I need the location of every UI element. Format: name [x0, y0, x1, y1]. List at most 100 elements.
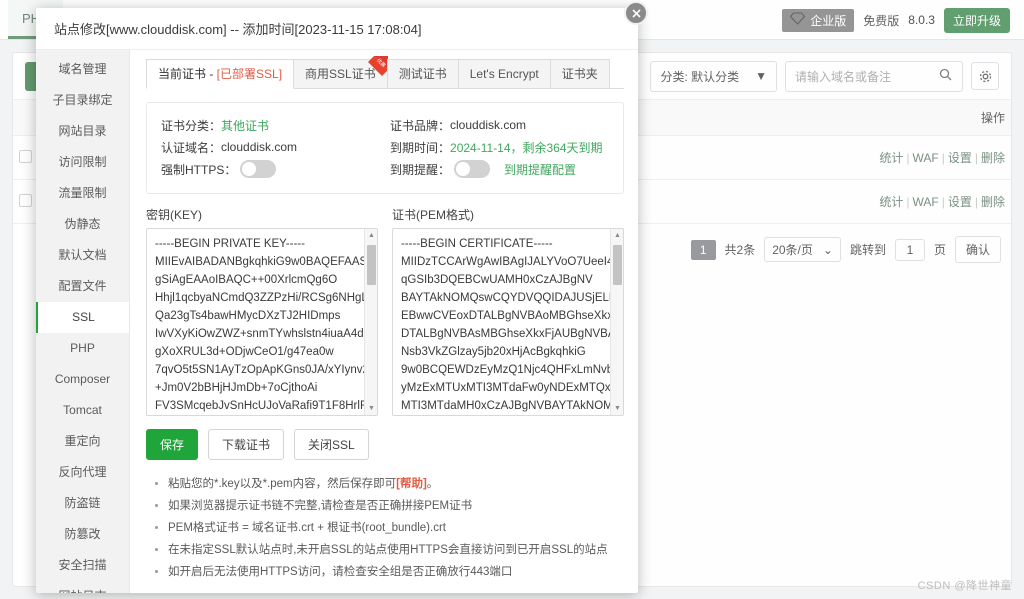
- expire-notice-row: 到期提醒： 到期提醒配置: [390, 158, 609, 180]
- diamond-icon: [790, 12, 806, 28]
- action-stats[interactable]: 统计: [879, 195, 903, 209]
- download-certificate-button[interactable]: 下载证书: [208, 429, 285, 460]
- page-size-select[interactable]: 20条/页 ⌄: [764, 237, 841, 262]
- action-delete[interactable]: 删除: [981, 195, 1005, 209]
- force-https-row: 强制HTTPS：: [161, 158, 380, 180]
- sidebar-item-config-file[interactable]: 配置文件: [36, 271, 129, 302]
- action-sep: |: [941, 195, 945, 209]
- sidebar-item-anti-leech[interactable]: 防盗链: [36, 488, 129, 519]
- jump-page-input[interactable]: 1: [894, 238, 925, 261]
- key-scrollbar[interactable]: ▲ ▼: [364, 229, 377, 415]
- certificate-info-right: 证书品牌： clouddisk.com 到期时间： 2024-11-14，剩余3…: [380, 114, 609, 180]
- sidebar-item-php[interactable]: PHP: [36, 333, 129, 364]
- free-version-label: 免费版: [863, 13, 900, 28]
- action-waf[interactable]: WAF: [913, 151, 939, 165]
- confirm-button[interactable]: 确认: [954, 236, 1001, 263]
- cert-textarea[interactable]: -----BEGIN CERTIFICATE----- MIIDzTCCArWg…: [392, 228, 624, 416]
- action-stats[interactable]: 统计: [879, 151, 903, 165]
- expire-notice-config-link[interactable]: 到期提醒配置: [504, 161, 576, 178]
- tab-current-certificate[interactable]: 当前证书 - [已部署SSL]: [146, 59, 295, 89]
- jump-label: 跳转到: [849, 243, 886, 257]
- action-delete[interactable]: 删除: [981, 151, 1005, 165]
- search-placeholder: 请输入域名或备注: [795, 69, 892, 84]
- cert-brand-value: clouddisk.com: [450, 118, 527, 132]
- key-label: 密钥(KEY): [146, 208, 203, 222]
- page-number-current[interactable]: 1: [690, 239, 716, 260]
- cert-domain-value: clouddisk.com: [221, 140, 298, 154]
- key-textarea[interactable]: -----BEGIN PRIVATE KEY----- MIIEvAIBADAN…: [146, 228, 378, 416]
- tab-deployed-status: [已部署SSL]: [216, 67, 283, 81]
- certificate-textareas: 密钥(KEY) -----BEGIN PRIVATE KEY----- MIIE…: [146, 206, 624, 416]
- scroll-down-icon[interactable]: ▼: [365, 402, 377, 415]
- scroll-down-icon[interactable]: ▼: [611, 402, 623, 415]
- action-buttons: 保存 下载证书 关闭SSL: [146, 429, 624, 460]
- action-sep: |: [974, 151, 978, 165]
- cert-type-value[interactable]: 其他证书: [221, 117, 269, 134]
- row-actions: 统计 | WAF | 设置 | 删除: [677, 135, 1011, 180]
- cert-type-label: 证书分类：: [161, 118, 222, 133]
- force-https-toggle[interactable]: [240, 160, 277, 178]
- sidebar-item-composer[interactable]: Composer: [36, 364, 129, 395]
- save-button[interactable]: 保存: [146, 429, 199, 460]
- sidebar-item-traffic-limit[interactable]: 流量限制: [36, 178, 129, 209]
- pagination-total: 共2条: [724, 243, 756, 257]
- tab-lets-encrypt[interactable]: Let's Encrypt: [457, 59, 551, 88]
- search-icon[interactable]: [939, 68, 952, 84]
- note-item: 如果浏览器提示证书链不完整,请检查是否正确拼接PEM证书: [168, 495, 624, 517]
- sidebar-item-ssl[interactable]: SSL: [36, 302, 129, 333]
- sidebar-item-reverse-proxy[interactable]: 反向代理: [36, 457, 129, 488]
- watermark: CSDN @降世神童: [917, 580, 1012, 592]
- background-topbar-right: 企业版 免费版 8.0.3 立即升级: [782, 0, 1010, 40]
- ssl-tabs: 当前证书 - [已部署SSL] 商用SSL证书 优惠 测试证书 Let's En…: [146, 56, 624, 89]
- sidebar-item-default-document[interactable]: 默认文档: [36, 240, 129, 271]
- certificate-info-left: 证书分类： 其他证书 认证域名： clouddisk.com 强制HTTPS：: [161, 114, 380, 180]
- sidebar-item-access-restriction[interactable]: 访问限制: [36, 147, 129, 178]
- sidebar-item-rewrite[interactable]: 伪静态: [36, 209, 129, 240]
- cert-expire-label: 到期时间：: [390, 140, 451, 155]
- enterprise-badge[interactable]: 企业版: [782, 8, 855, 32]
- page-size-value: 20条/页: [772, 243, 813, 257]
- help-link[interactable]: [帮助]: [396, 478, 427, 490]
- cert-scrollbar[interactable]: ▲ ▼: [610, 229, 623, 415]
- sidebar-item-website-log[interactable]: 网站日志: [36, 581, 129, 593]
- search-input[interactable]: 请输入域名或备注: [785, 60, 963, 92]
- cert-column: 证书(PEM格式) -----BEGIN CERTIFICATE----- MI…: [392, 206, 624, 416]
- site-edit-modal: 站点修改[www.clouddisk.com] -- 添加时间[2023-11-…: [36, 8, 638, 593]
- tab-commercial-ssl[interactable]: 商用SSL证书 优惠: [293, 56, 388, 88]
- action-sep: |: [906, 151, 910, 165]
- cert-domain-row: 认证域名： clouddisk.com: [161, 136, 380, 158]
- sidebar-item-security-scan[interactable]: 安全扫描: [36, 550, 129, 581]
- scroll-up-icon[interactable]: ▲: [365, 229, 377, 242]
- note-text: 粘贴您的*.key以及*.pem内容，然后保存即可: [168, 478, 397, 490]
- certificate-info-card: 证书分类： 其他证书 认证域名： clouddisk.com 强制HTTPS： …: [146, 102, 624, 194]
- gear-icon[interactable]: [971, 62, 999, 90]
- row-checkbox[interactable]: [19, 193, 32, 207]
- sidebar-item-anti-tamper[interactable]: 防篡改: [36, 519, 129, 550]
- tab-certificate-folder[interactable]: 证书夹: [549, 59, 610, 88]
- tab-test-certificate[interactable]: 测试证书: [386, 59, 459, 88]
- cert-type-row: 证书分类： 其他证书: [161, 114, 380, 136]
- upgrade-button[interactable]: 立即升级: [943, 7, 1010, 33]
- svg-text:优惠: 优惠: [375, 57, 387, 69]
- version-number: 8.0.3: [908, 13, 935, 27]
- action-settings[interactable]: 设置: [948, 195, 972, 209]
- row-actions: 统计 | WAF | 设置 | 删除: [677, 179, 1011, 224]
- cert-brand-row: 证书品牌： clouddisk.com: [390, 114, 609, 136]
- sidebar-item-website-directory[interactable]: 网站目录: [36, 116, 129, 147]
- action-sep: |: [906, 195, 910, 209]
- key-scrollbar-thumb[interactable]: [367, 245, 376, 285]
- expire-notice-toggle[interactable]: [454, 160, 491, 178]
- action-settings[interactable]: 设置: [948, 151, 972, 165]
- close-icon[interactable]: [624, 1, 648, 25]
- note-item: 如开启后无法使用HTTPS访问，请检查安全组是否正确放行443端口: [168, 561, 624, 583]
- sidebar-item-domain-management[interactable]: 域名管理: [36, 54, 129, 85]
- row-checkbox[interactable]: [19, 149, 32, 163]
- sidebar-item-tomcat[interactable]: Tomcat: [36, 395, 129, 426]
- category-select[interactable]: 分类: 默认分类 ▼: [650, 60, 777, 92]
- sidebar-item-subdirectory-binding[interactable]: 子目录绑定: [36, 85, 129, 116]
- cert-scrollbar-thumb[interactable]: [613, 245, 622, 285]
- scroll-up-icon[interactable]: ▲: [611, 229, 623, 242]
- close-ssl-button[interactable]: 关闭SSL: [294, 429, 369, 460]
- sidebar-item-redirect[interactable]: 重定向: [36, 426, 129, 457]
- action-waf[interactable]: WAF: [913, 195, 939, 209]
